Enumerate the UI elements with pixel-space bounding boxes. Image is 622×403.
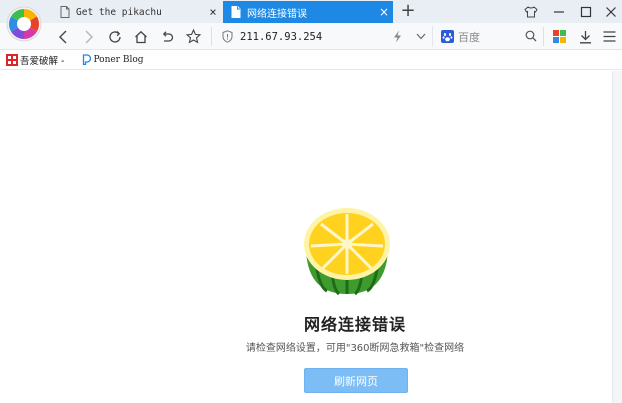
back-icon[interactable] — [50, 23, 76, 50]
url-text[interactable]: 211.67.93.254 — [240, 31, 322, 43]
reload-icon[interactable] — [102, 23, 128, 50]
tab-get-the-pikachu[interactable]: Get the pikachu × — [52, 1, 222, 23]
page-icon — [231, 6, 241, 18]
error-page: 网络连接错误 请检查网络设置，可用"360断网急救箱"检查网络 刷新网页 — [0, 71, 612, 403]
tab-title: 网络连接错误 — [247, 8, 307, 20]
bookmark-52pojie[interactable]: 吾爱破解 - — [6, 53, 64, 67]
bookmarks-bar: 吾爱破解 - Poner Blog — [0, 50, 622, 70]
new-tab-button[interactable]: + — [398, 0, 418, 23]
scrollbar[interactable] — [612, 71, 622, 403]
search-box[interactable]: 百度 — [432, 26, 540, 47]
browser-logo-icon[interactable] — [2, 2, 46, 46]
chevron-down-icon[interactable] — [416, 33, 426, 40]
bookmark-label: Poner Blog — [93, 54, 144, 65]
undo-close-icon[interactable] — [154, 23, 180, 50]
security-shield-icon[interactable] — [222, 30, 233, 43]
toolbar-divider — [211, 27, 212, 46]
close-tab-icon[interactable]: × — [204, 1, 222, 23]
skin-shirt-icon[interactable] — [517, 0, 545, 23]
bookmark-favicon-icon — [6, 53, 18, 66]
bookmark-favicon-icon — [83, 54, 92, 65]
maximize-icon[interactable] — [572, 0, 600, 23]
refresh-button[interactable]: 刷新网页 — [304, 368, 408, 393]
tab-network-error[interactable]: 网络连接错误 × — [223, 1, 393, 23]
apps-grid-icon[interactable] — [546, 23, 572, 50]
bookmark-poner-blog[interactable]: Poner Blog — [82, 54, 144, 65]
favorite-star-icon[interactable] — [180, 23, 206, 50]
toolbar: 211.67.93.254 百度 — [0, 23, 622, 50]
bookmark-label: 吾爱破解 - — [20, 55, 65, 67]
error-description: 请检查网络设置，可用"360断网急救箱"检查网络 — [245, 343, 465, 354]
tab-strip: Get the pikachu × 网络连接错误 × + — [0, 0, 622, 23]
error-title: 网络连接错误 — [303, 315, 406, 334]
close-window-icon[interactable] — [597, 0, 622, 23]
forward-icon[interactable] — [76, 23, 102, 50]
close-tab-icon[interactable]: × — [375, 1, 393, 23]
search-icon[interactable] — [525, 30, 537, 42]
page-icon — [60, 6, 70, 18]
home-icon[interactable] — [128, 23, 154, 50]
address-bar[interactable]: 211.67.93.254 — [213, 23, 431, 50]
tab-title: Get the pikachu — [76, 6, 162, 18]
minimize-icon[interactable] — [545, 0, 573, 23]
watermelon-lemon-icon — [304, 208, 390, 296]
baidu-paw-icon[interactable] — [441, 30, 454, 43]
download-icon[interactable] — [572, 23, 598, 50]
toolbar-divider — [543, 27, 544, 46]
search-engine-label: 百度 — [458, 30, 480, 44]
menu-icon[interactable] — [596, 23, 622, 50]
lightning-icon[interactable] — [393, 30, 402, 43]
